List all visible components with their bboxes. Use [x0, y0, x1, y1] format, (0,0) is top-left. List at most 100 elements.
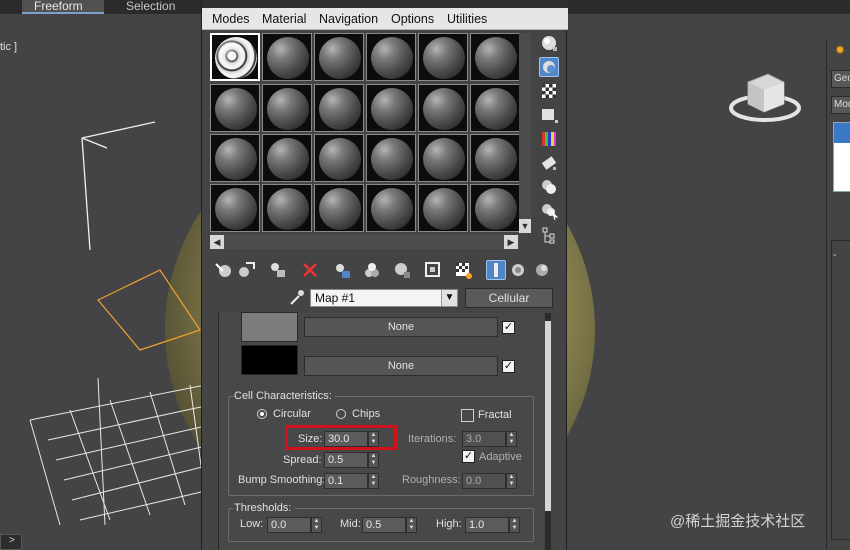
- sample-slot[interactable]: [366, 84, 416, 132]
- tab-selection[interactable]: Selection: [114, 0, 187, 14]
- iterations-label: Iterations:: [408, 433, 457, 445]
- spinner-arrows-icon[interactable]: ▲ ▼: [406, 517, 417, 533]
- sample-slot[interactable]: [418, 134, 468, 182]
- slots-hscroll[interactable]: ◀ ▶: [210, 235, 519, 249]
- circular-radio[interactable]: [257, 409, 267, 419]
- options-icon[interactable]: [539, 177, 559, 197]
- menu-utilities[interactable]: Utilities: [447, 11, 487, 27]
- mid-field[interactable]: 0.5: [362, 517, 406, 533]
- low-field[interactable]: 0.0: [267, 517, 311, 533]
- sample-type-icon[interactable]: [539, 33, 559, 53]
- map-type-button[interactable]: Cellular: [465, 288, 553, 308]
- menu-navigation[interactable]: Navigation: [319, 11, 378, 27]
- spinner-arrows-icon[interactable]: ▲ ▼: [368, 452, 379, 468]
- backlight-icon[interactable]: [539, 57, 559, 77]
- menu-modes[interactable]: Modes: [212, 11, 250, 27]
- map-options-icon[interactable]: [532, 260, 552, 280]
- spread-field[interactable]: 0.5: [324, 452, 368, 468]
- eyedropper-icon[interactable]: [288, 287, 306, 307]
- map-name-field[interactable]: Map #1 ▼: [310, 289, 458, 307]
- put-material-to-scene-icon[interactable]: [236, 260, 256, 280]
- sample-slot[interactable]: [470, 84, 520, 132]
- video-color-check-icon[interactable]: [539, 129, 559, 149]
- sun-icon[interactable]: ✹: [835, 44, 847, 56]
- make-preview-icon[interactable]: [539, 153, 559, 173]
- sample-slot-1[interactable]: [210, 33, 260, 81]
- sample-uv-tiling-icon[interactable]: [539, 105, 559, 125]
- modifier-dropdown[interactable]: Mod: [831, 96, 850, 114]
- viewcube-icon[interactable]: [728, 68, 802, 124]
- spinner-arrows-icon[interactable]: ▲ ▼: [368, 473, 379, 489]
- sample-slot[interactable]: [262, 33, 312, 81]
- spinner-arrows-icon[interactable]: ▲ ▼: [506, 431, 517, 447]
- assign-material-icon[interactable]: [268, 260, 288, 280]
- sample-slot[interactable]: [210, 184, 260, 232]
- sample-slot[interactable]: [210, 134, 260, 182]
- slots-scroll-down[interactable]: ▼: [519, 219, 531, 233]
- chevron-down-icon[interactable]: ▼: [441, 290, 457, 306]
- sample-slot[interactable]: [470, 134, 520, 182]
- tab-freeform[interactable]: Freeform: [22, 0, 104, 14]
- sample-slot[interactable]: [314, 184, 364, 232]
- division-color-map-button[interactable]: None: [304, 356, 498, 376]
- parameters-scrollbar[interactable]: [545, 313, 551, 550]
- high-field[interactable]: 1.0: [465, 517, 509, 533]
- spinner-arrows-icon[interactable]: ▲ ▼: [311, 517, 322, 533]
- spinner-arrows-icon[interactable]: ▲ ▼: [506, 473, 517, 489]
- sample-slot[interactable]: [418, 184, 468, 232]
- sample-slot[interactable]: [418, 33, 468, 81]
- adaptive-checkbox[interactable]: ✓: [462, 450, 475, 463]
- material-id-channel-icon[interactable]: [392, 260, 412, 280]
- background-icon[interactable]: [539, 81, 559, 101]
- get-material-icon[interactable]: [214, 260, 234, 280]
- cellular-preview: [215, 37, 257, 79]
- sample-slot[interactable]: [262, 184, 312, 232]
- watermark: @稀土掘金技术社区: [670, 513, 806, 530]
- spinner-arrows-icon[interactable]: ▲ ▼: [509, 517, 520, 533]
- go-to-parent-icon[interactable]: [486, 260, 506, 280]
- window-title-strip[interactable]: [202, 0, 568, 8]
- sample-slot[interactable]: [210, 84, 260, 132]
- menu-material[interactable]: Material: [262, 11, 306, 27]
- sample-slot[interactable]: [418, 84, 468, 132]
- sample-slot[interactable]: [470, 33, 520, 81]
- geometry-dropdown[interactable]: Geo: [831, 70, 850, 88]
- sample-slot[interactable]: [366, 134, 416, 182]
- menu-options[interactable]: Options: [391, 11, 434, 27]
- cell-color-map-button[interactable]: None: [304, 317, 498, 337]
- cell-color-map-checkbox[interactable]: ✓: [502, 321, 515, 334]
- scroll-left-arrow[interactable]: ◀: [210, 235, 224, 249]
- iterations-field[interactable]: 3.0: [462, 431, 506, 447]
- sample-slot[interactable]: [262, 84, 312, 132]
- sample-slot[interactable]: [366, 184, 416, 232]
- fractal-checkbox[interactable]: [461, 409, 474, 422]
- sample-slot[interactable]: [314, 84, 364, 132]
- modifier-list-selected[interactable]: [834, 123, 850, 143]
- division-color-swatch[interactable]: [241, 345, 298, 375]
- reset-map-icon[interactable]: [300, 260, 320, 280]
- scroll-right-arrow[interactable]: ▶: [504, 235, 518, 249]
- map-name-value: Map #1: [315, 291, 356, 305]
- show-shaded-map-icon[interactable]: [423, 260, 443, 280]
- sample-slot[interactable]: [314, 33, 364, 81]
- roughness-field[interactable]: 0.0: [462, 473, 506, 489]
- sample-slot[interactable]: [366, 33, 416, 81]
- cell-color-swatch[interactable]: [241, 312, 298, 342]
- sample-slot[interactable]: [314, 134, 364, 182]
- material-map-navigator-icon[interactable]: [539, 225, 559, 245]
- play-button[interactable]: >: [0, 534, 22, 550]
- sample-slot[interactable]: [262, 134, 312, 182]
- put-to-library-icon[interactable]: [362, 260, 382, 280]
- make-unique-icon[interactable]: [332, 260, 352, 280]
- go-forward-to-sibling-icon[interactable]: [508, 260, 528, 280]
- viewport-label[interactable]: tic ]: [0, 41, 17, 53]
- modifier-list[interactable]: [833, 122, 850, 192]
- sample-slot[interactable]: [470, 184, 520, 232]
- division-color-map-checkbox[interactable]: ✓: [502, 360, 515, 373]
- select-by-material-icon[interactable]: [539, 201, 559, 221]
- parameters-scroll-thumb[interactable]: [545, 321, 551, 511]
- chips-radio[interactable]: [336, 409, 346, 419]
- show-end-result-icon[interactable]: [453, 260, 473, 280]
- bump-smoothing-field[interactable]: 0.1: [324, 473, 368, 489]
- slots-vscroll[interactable]: ▼: [519, 33, 531, 233]
